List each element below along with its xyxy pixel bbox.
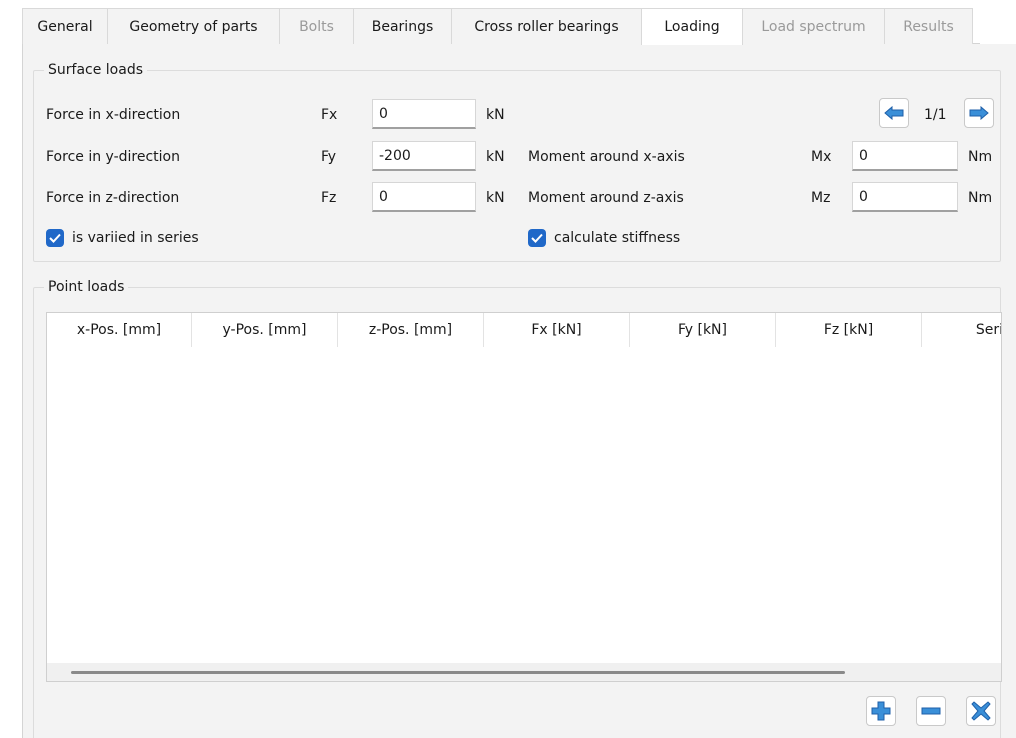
mx-unit: Nm xyxy=(968,149,993,165)
calculate-stiffness-checkbox[interactable] xyxy=(528,229,546,247)
table-header: x-Pos. [mm] y-Pos. [mm] z-Pos. [mm] Fx [… xyxy=(47,313,1001,347)
mz-input[interactable] xyxy=(852,182,958,212)
add-icon xyxy=(871,701,891,721)
fz-label: Force in z-direction xyxy=(46,190,180,206)
fy-input[interactable] xyxy=(372,141,476,171)
tab-label: Bolts xyxy=(299,18,334,35)
fy-label: Force in y-direction xyxy=(46,149,180,165)
tab-geometry-of-parts[interactable]: Geometry of parts xyxy=(107,8,280,44)
loading-panel: Surface loads Force in x-direction Fx kN… xyxy=(22,44,1016,738)
column-header-fx[interactable]: Fx [kN] xyxy=(484,313,630,347)
point-loads-table[interactable]: x-Pos. [mm] y-Pos. [mm] z-Pos. [mm] Fx [… xyxy=(46,312,1002,682)
arrow-left-icon xyxy=(884,106,904,120)
tab-label: Loading xyxy=(664,19,720,35)
column-header-series[interactable]: Seri xyxy=(922,313,1001,347)
checkmark-icon xyxy=(49,233,61,243)
varied-in-series-label: is variied in series xyxy=(72,230,199,246)
mz-label: Moment around z-axis xyxy=(528,190,684,206)
previous-page-button[interactable] xyxy=(879,98,909,128)
tab-label: Load spectrum xyxy=(761,18,866,35)
fx-unit: kN xyxy=(486,107,505,123)
remove-point-load-button[interactable] xyxy=(916,696,946,726)
fy-unit: kN xyxy=(486,149,505,165)
surface-loads-title: Surface loads xyxy=(44,61,147,79)
fy-symbol: Fy xyxy=(321,149,337,165)
column-header-y-pos[interactable]: y-Pos. [mm] xyxy=(192,313,338,347)
horizontal-scrollbar-thumb[interactable] xyxy=(71,671,845,674)
tab-results: Results xyxy=(884,8,973,44)
mx-symbol: Mx xyxy=(811,149,832,165)
add-point-load-button[interactable] xyxy=(866,696,896,726)
arrow-right-icon xyxy=(969,106,989,120)
page-indicator: 1/1 xyxy=(924,107,947,123)
mz-symbol: Mz xyxy=(811,190,831,206)
surface-loads-group: Surface loads Force in x-direction Fx kN… xyxy=(33,61,1001,262)
fz-symbol: Fz xyxy=(321,190,337,206)
fx-input[interactable] xyxy=(372,99,476,129)
column-header-fz[interactable]: Fz [kN] xyxy=(776,313,922,347)
tab-bearings[interactable]: Bearings xyxy=(353,8,452,44)
tab-cross-roller-bearings[interactable]: Cross roller bearings xyxy=(451,8,642,44)
tab-load-spectrum: Load spectrum xyxy=(742,8,885,44)
checkmark-icon xyxy=(531,233,543,243)
horizontal-scrollbar[interactable] xyxy=(47,663,1001,681)
tab-loading[interactable]: Loading xyxy=(641,8,743,45)
column-header-x-pos[interactable]: x-Pos. [mm] xyxy=(47,313,192,347)
calculate-stiffness-label: calculate stiffness xyxy=(554,230,681,246)
varied-in-series-checkbox[interactable] xyxy=(46,229,64,247)
fx-symbol: Fx xyxy=(321,107,338,123)
tab-bar: General Geometry of parts Bolts Bearings… xyxy=(22,8,980,45)
mx-label: Moment around x-axis xyxy=(528,149,685,165)
delete-icon xyxy=(971,701,991,721)
tab-label: Bearings xyxy=(371,18,434,35)
column-header-fy[interactable]: Fy [kN] xyxy=(630,313,776,347)
tab-label: Results xyxy=(903,18,954,35)
next-page-button[interactable] xyxy=(964,98,994,128)
fz-unit: kN xyxy=(486,190,505,206)
tab-label: Cross roller bearings xyxy=(474,18,619,35)
fx-label: Force in x-direction xyxy=(46,107,181,123)
mz-unit: Nm xyxy=(968,190,993,206)
tab-general[interactable]: General xyxy=(22,8,108,44)
remove-icon xyxy=(921,707,941,715)
tab-label: Geometry of parts xyxy=(129,18,258,35)
fz-input[interactable] xyxy=(372,182,476,212)
mx-input[interactable] xyxy=(852,141,958,171)
point-loads-group: Point loads x-Pos. [mm] y-Pos. [mm] z-Po… xyxy=(33,278,1002,738)
tab-label: General xyxy=(37,18,93,35)
delete-all-point-loads-button[interactable] xyxy=(966,696,996,726)
point-loads-title: Point loads xyxy=(44,278,129,296)
column-header-z-pos[interactable]: z-Pos. [mm] xyxy=(338,313,484,347)
tab-bolts: Bolts xyxy=(279,8,354,44)
